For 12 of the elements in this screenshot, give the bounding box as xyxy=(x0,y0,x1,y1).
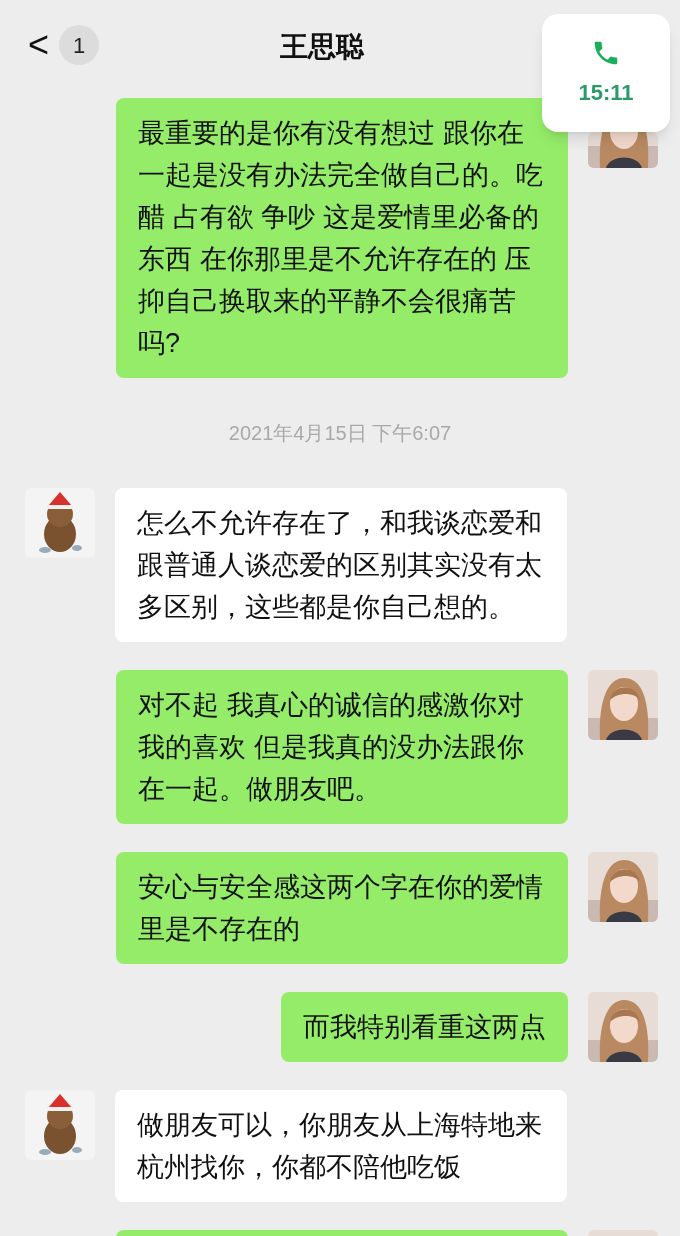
timestamp: 2021年4月15日 下午6:07 xyxy=(228,421,452,446)
message-bubble: 对不起 我真心的诚信的感激你对我的喜欢 但是我真的没办法跟你在一起。做朋友吧。 xyxy=(116,670,568,824)
message-bubble: 怎么不允许存在了，和我谈恋爱和跟普通人谈恋爱的区别其实没有太多区别，这些都是你自己想的。 xyxy=(115,488,567,642)
message-bubble: 而我特别看重这两点 xyxy=(281,992,568,1062)
back-button[interactable]: < xyxy=(28,27,50,63)
chat-title: 王思聪 xyxy=(280,30,364,64)
message-bubble: 最重要的是你有没有想过 跟你在一起是没有办法完全做自己的。吃醋 占有欲 争吵 这是爱情里必备的东西 在你那里是不允许存在的 压抑自己换取来的平静不会很痛苦吗? xyxy=(116,98,568,378)
message-bubble: 做朋友可以，你朋友从上海特地来杭州找你，你都不陪他吃饭 xyxy=(115,1090,567,1202)
unread-count-badge: 1 xyxy=(59,25,100,65)
call-widget[interactable]: 15:11 xyxy=(542,14,670,132)
call-duration: 15:11 xyxy=(578,78,634,107)
message-bubble: 安心与安全感这两个字在你的爱情里是不存在的 xyxy=(116,852,568,964)
